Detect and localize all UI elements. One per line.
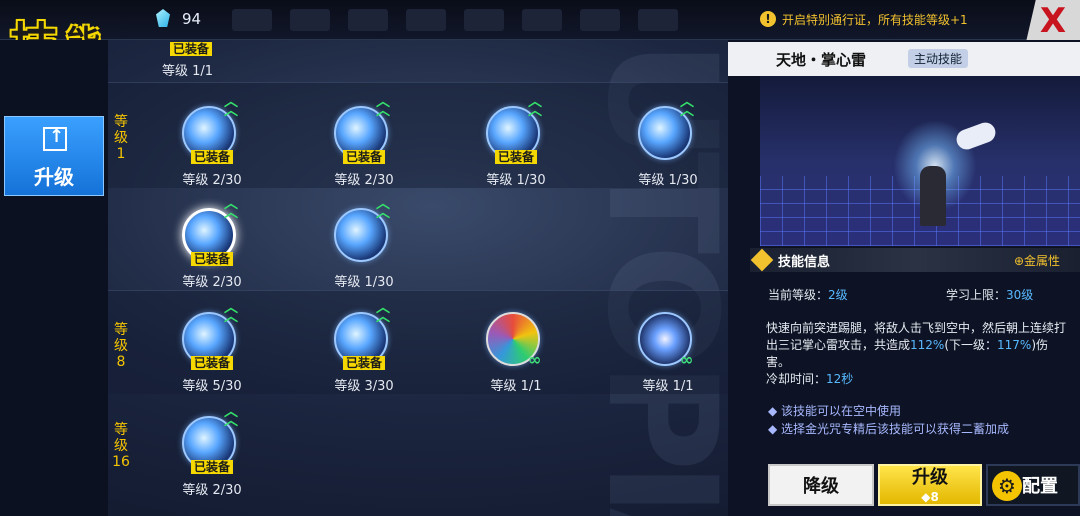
skill-name: 天地・掌心雷: [776, 51, 867, 69]
level-label: 等 级 8: [114, 322, 128, 370]
skill-slot[interactable]: ∞ 等级 1/1: [456, 312, 566, 412]
hero-figure: [920, 166, 946, 226]
equipped-badge: 已装备: [190, 150, 234, 164]
gear-icon: ⚙: [992, 471, 1022, 501]
upgrade-button-label: 升级: [912, 467, 948, 488]
top-partial-equipped: 已装备: [170, 42, 213, 56]
skill-slot[interactable]: ︿ ︿ 已装备等级 5/30: [152, 301, 262, 412]
cooldown-label: 冷却时间：: [766, 372, 827, 386]
top-slot: [638, 9, 678, 31]
pass-notice[interactable]: 开启特别通行证，所有技能等级+1: [782, 11, 968, 28]
skill-note: ◆ 该技能可以在空中使用: [768, 404, 902, 418]
info-title: 技能信息: [778, 255, 831, 270]
top-bar: 94 ! 开启特别通行证，所有技能等级+1 X: [0, 0, 1080, 42]
config-button[interactable]: ⚙ 配置: [986, 464, 1080, 506]
infinity-icon: ∞: [680, 350, 694, 369]
current-level-value: 2级: [828, 288, 848, 302]
skill-level: 等级 2/30: [334, 173, 394, 188]
skill-level: 等级 2/30: [182, 275, 242, 290]
upgrade-cost: ◆8: [921, 490, 939, 504]
top-slot: [522, 9, 562, 31]
skill-grid[interactable]: 等 级 1 等 级 8 等 级 16 已装备 等级 1/1 ︿ ︿ 已装备 等级 2/…: [108, 40, 728, 516]
upgrade-arrow-icon: ︿ ︿: [224, 404, 238, 429]
upgrade-arrow-icon: ︿ ︿: [376, 300, 390, 325]
crystal-count: 94: [182, 10, 202, 28]
equipped-badge: 已装备: [342, 150, 386, 164]
skill-slot[interactable]: ︿ ︿ 已装备等级 2/30: [152, 95, 262, 206]
skill-slot[interactable]: ︿ ︿ 已装备等级 1/30: [456, 95, 566, 206]
skill-note: ◆ 选择金光咒专精后该技能可以获得二蓄加成: [768, 422, 1010, 436]
top-slot: [232, 9, 272, 31]
top-slot: [580, 9, 620, 31]
crystal-icon: [156, 9, 170, 27]
skill-detail-panel: 天地・掌心雷 主动技能 技能信息 ⊕金属性 当前等级：2级 学习上限：30级 快…: [728, 40, 1080, 516]
info-bar: 技能信息 ⊕金属性: [750, 248, 1080, 272]
equipped-badge: 已装备: [494, 150, 538, 164]
attribute-label[interactable]: ⊕金属性: [1014, 252, 1060, 269]
skill-level: 等级 1/1: [642, 379, 694, 394]
skill-header: 天地・掌心雷 主动技能: [728, 42, 1080, 76]
skill-level: 等级 2/30: [182, 483, 242, 498]
cooldown-value: 12秒: [826, 372, 854, 386]
upgrade-cost-value: 8: [930, 490, 939, 504]
downgrade-button[interactable]: 降级: [768, 464, 874, 506]
tab-upgrade[interactable]: 升级: [4, 116, 104, 196]
max-level: 学习上限：30级: [946, 286, 1033, 303]
upgrade-icon: [43, 126, 67, 151]
skill-slot[interactable]: ︿ ︿ 等级 1/30: [608, 95, 718, 206]
current-level-label: 当前等级：: [768, 288, 829, 302]
upgrade-arrow-icon: ︿ ︿: [224, 94, 238, 119]
skill-level: 等级 5/30: [182, 379, 242, 394]
skill-description: 快速向前突进踢腿，将敌人击飞到空中，然后朝上连续打出三记掌心雷攻击，共造成112…: [766, 320, 1066, 388]
close-button[interactable]: X: [1026, 0, 1080, 42]
desc-text: (下一级：: [944, 338, 998, 352]
top-slot: [464, 9, 504, 31]
desc-next-damage: 117%: [997, 338, 1032, 352]
skill-level: 等级 1/30: [638, 173, 698, 188]
upgrade-arrow-icon: ︿ ︿: [376, 94, 390, 119]
upgrade-arrow-icon: ︿ ︿: [224, 196, 238, 221]
top-slot: [290, 9, 330, 31]
skill-level: 等级 1/1: [490, 379, 542, 394]
max-level-label: 学习上限：: [946, 288, 1007, 302]
max-level-value: 30级: [1006, 288, 1034, 302]
skill-preview: [760, 76, 1080, 246]
sidebar: 升级: [0, 40, 108, 516]
skill-slot[interactable]: ︿ ︿ 已装备等级 2/30: [152, 405, 262, 516]
skill-slot[interactable]: ∞ 等级 1/1: [608, 312, 718, 412]
upgrade-arrow-icon: ︿ ︿: [224, 300, 238, 325]
infinity-icon: ∞: [528, 350, 542, 369]
config-button-label: 配置: [1022, 476, 1058, 497]
skill-level: 等级 3/30: [334, 379, 394, 394]
tab-upgrade-label: 升级: [34, 165, 74, 189]
alert-icon: !: [760, 11, 776, 27]
equipped-badge: 已装备: [342, 356, 386, 370]
skill-type-badge: 主动技能: [908, 49, 969, 68]
skill-slot[interactable]: ︿ ︿ 已装备等级 3/30: [304, 301, 414, 412]
desc-damage: 112%: [910, 338, 945, 352]
top-slot: [406, 9, 446, 31]
equipped-badge: 已装备: [190, 460, 234, 474]
top-partial-level: 等级 1/1: [162, 64, 214, 79]
level-label: 等 级 1: [114, 114, 128, 162]
level-label: 等 级 16: [112, 422, 130, 470]
skill-level: 等级 2/30: [182, 173, 242, 188]
top-slot: [348, 9, 388, 31]
upgrade-arrow-icon: ︿ ︿: [680, 94, 694, 119]
upgrade-button[interactable]: 升级 ◆8: [878, 464, 982, 506]
upgrade-arrow-icon: ︿ ︿: [528, 94, 542, 119]
skill-slot[interactable]: ︿ ︿ 已装备等级 2/30: [304, 95, 414, 206]
skill-level: 等级 1/30: [486, 173, 546, 188]
upgrade-arrow-icon: ︿ ︿: [376, 196, 390, 221]
equipped-badge: 已装备: [190, 252, 234, 266]
info-diamond-icon: [750, 248, 774, 272]
current-level: 当前等级：2级: [768, 286, 848, 303]
skill-level: 等级 1/30: [334, 275, 394, 290]
equipped-badge: 已装备: [190, 356, 234, 370]
skill-slot[interactable]: ︿ ︿ 等级 1/30: [304, 197, 414, 308]
skill-slot[interactable]: ︿ ︿ 已装备等级 2/30: [152, 197, 262, 308]
